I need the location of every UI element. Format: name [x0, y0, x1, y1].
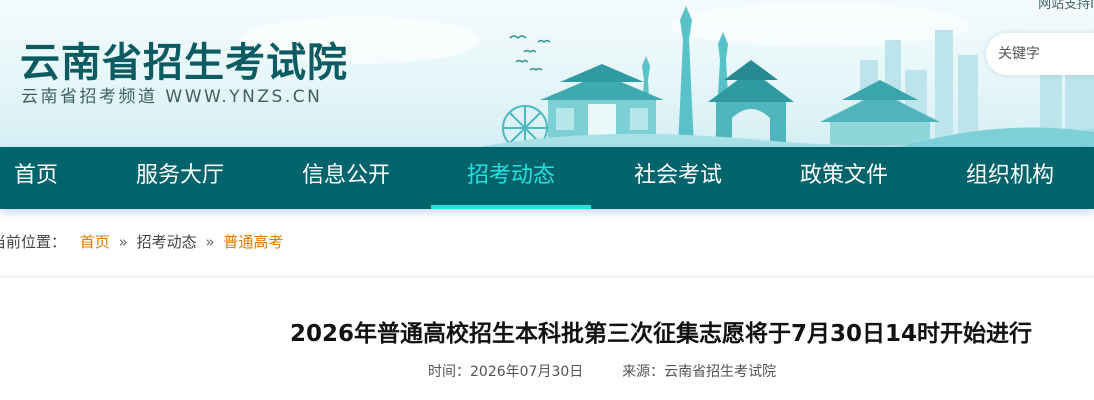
- nav-item-info-disclosure[interactable]: 信息公开: [288, 147, 404, 209]
- article-title: 2026年普通高校招生本科批第三次征集志愿将于7月30日14时开始进行: [289, 321, 1032, 347]
- breadcrumb: 当前位置： 首页 » 招考动态 » 普通高考: [0, 231, 283, 253]
- divider: [0, 276, 1094, 277]
- breadcrumb-gaokao[interactable]: 普通高考: [223, 233, 283, 251]
- source-label: 来源：: [622, 364, 665, 380]
- birds-decoration: [509, 35, 551, 72]
- breadcrumb-prefix: 当前位置：: [0, 233, 67, 251]
- breadcrumb-separator: »: [205, 233, 215, 251]
- site-banner: 云南省招生考试院 云南省招考频道 WWW.YNZS.CN 网站支持I: [0, 0, 1094, 147]
- top-right-link[interactable]: 网站支持I: [1038, 0, 1094, 12]
- nav-item-organization[interactable]: 组织机构: [952, 147, 1068, 209]
- time-label: 时间：: [428, 364, 470, 380]
- site-subtitle: 云南省招考频道 WWW.YNZS.CN: [21, 87, 323, 107]
- breadcrumb-separator: »: [118, 233, 128, 251]
- breadcrumb-home[interactable]: 首页: [80, 233, 110, 251]
- article-meta: 时间：2026年07月30日 来源：云南省招生考试院: [428, 361, 776, 381]
- nav-item-home[interactable]: 首页: [0, 147, 72, 209]
- search-input[interactable]: [986, 33, 1086, 75]
- breadcrumb-exam-news[interactable]: 招考动态: [137, 233, 197, 251]
- nav-item-exam-news[interactable]: 招考动态: [431, 147, 591, 209]
- site-title: 云南省招生考试院: [20, 40, 348, 86]
- nav-item-service-hall[interactable]: 服务大厅: [122, 147, 238, 209]
- search-box[interactable]: [986, 33, 1094, 75]
- source-value: 云南省招生考试院: [664, 364, 777, 380]
- main-nav: 首页 服务大厅 信息公开 招考动态 社会考试 政策文件 组织机构: [0, 147, 1094, 209]
- nav-item-social-exams[interactable]: 社会考试: [620, 147, 736, 209]
- nav-item-policy-docs[interactable]: 政策文件: [786, 147, 902, 209]
- time-value: 2026年07月30日: [470, 364, 584, 380]
